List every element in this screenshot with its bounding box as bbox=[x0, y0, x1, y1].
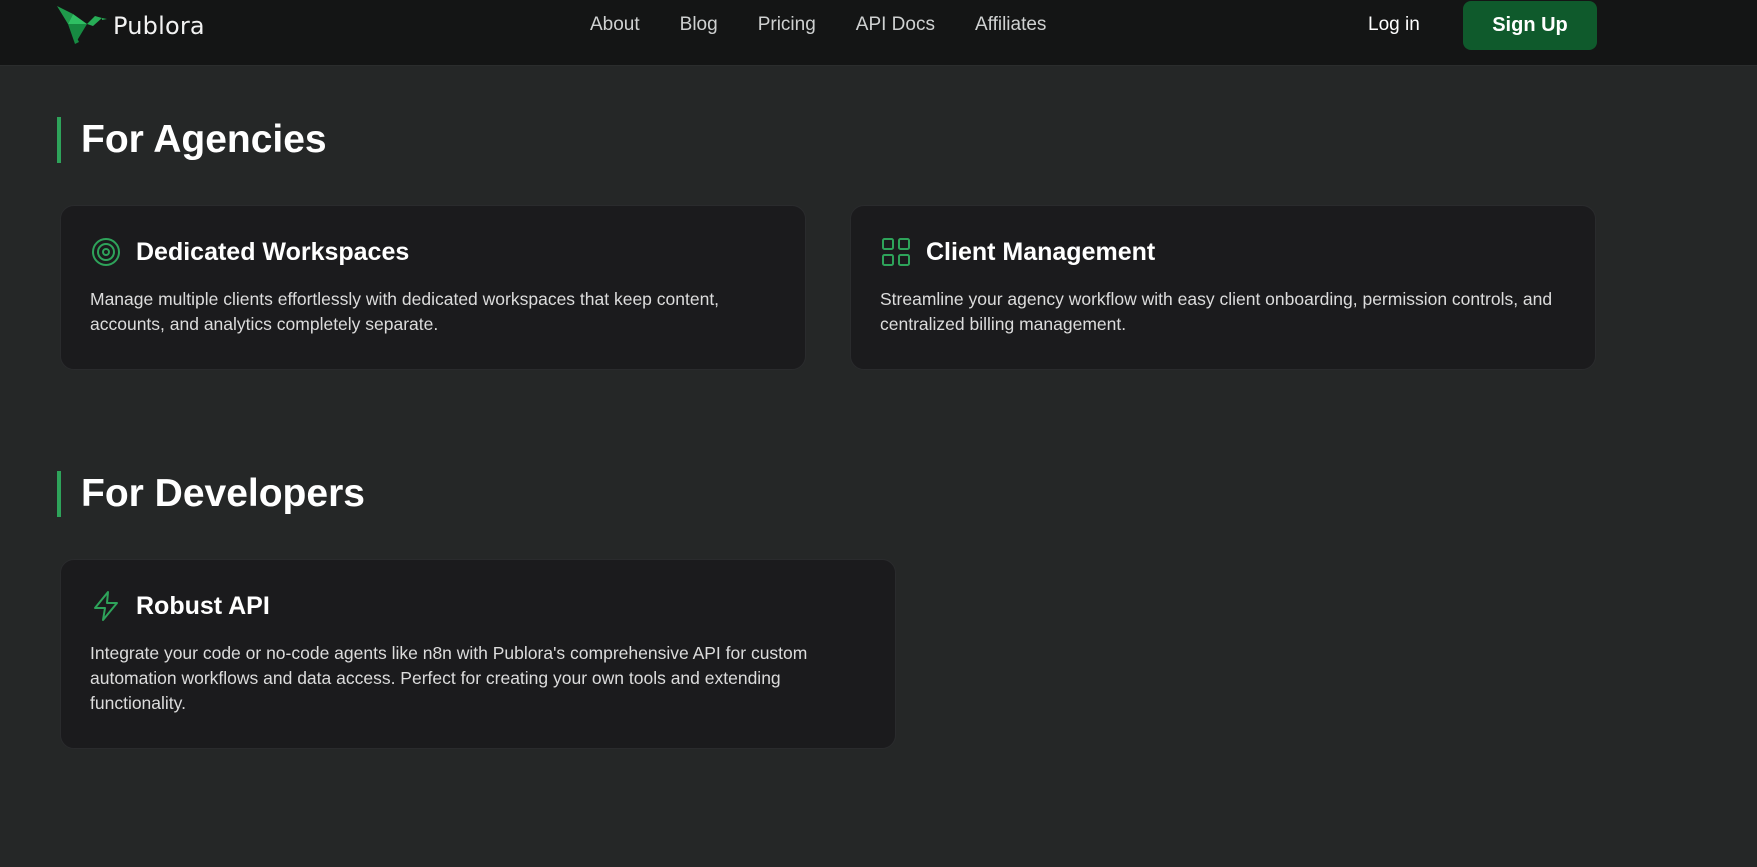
section-heading-developers: For Developers bbox=[57, 471, 365, 517]
feature-card-client-management: Client Management Streamline your agency… bbox=[850, 205, 1596, 370]
nav-link-blog[interactable]: Blog bbox=[680, 14, 718, 36]
card-description: Streamline your agency workflow with eas… bbox=[880, 289, 1553, 334]
feature-card-robust-api: Robust API Integrate your code or no-cod… bbox=[60, 559, 896, 749]
section-heading-agencies: For Agencies bbox=[57, 117, 327, 163]
brand-name: Publora bbox=[113, 12, 205, 40]
card-description: Manage multiple clients effortlessly wit… bbox=[90, 289, 720, 334]
card-header: Robust API bbox=[90, 590, 866, 622]
brand-logo-link[interactable]: Publora bbox=[57, 4, 205, 48]
card-header: Client Management bbox=[880, 236, 1566, 268]
card-header: Dedicated Workspaces bbox=[90, 236, 776, 268]
lightning-icon bbox=[94, 591, 118, 621]
nav-link-about[interactable]: About bbox=[590, 14, 640, 36]
feature-card-dedicated-workspaces: Dedicated Workspaces Manage multiple cli… bbox=[60, 205, 806, 370]
signup-button[interactable]: Sign Up bbox=[1463, 1, 1597, 50]
nav-link-pricing[interactable]: Pricing bbox=[758, 14, 816, 36]
card-title: Dedicated Workspaces bbox=[136, 237, 410, 266]
top-navbar: Publora About Blog Pricing API Docs Affi… bbox=[0, 0, 1757, 66]
nav-link-affiliates[interactable]: Affiliates bbox=[975, 14, 1046, 36]
card-description: Integrate your code or no-code agents li… bbox=[90, 643, 808, 713]
target-icon bbox=[92, 238, 120, 266]
login-link[interactable]: Log in bbox=[1368, 0, 1420, 50]
hummingbird-logo-icon bbox=[57, 6, 107, 44]
nav-link-api-docs[interactable]: API Docs bbox=[856, 14, 935, 36]
grid-icon bbox=[882, 238, 910, 266]
main-nav: About Blog Pricing API Docs Affiliates bbox=[590, 0, 1046, 50]
card-title: Robust API bbox=[136, 591, 270, 620]
card-title: Client Management bbox=[926, 237, 1156, 266]
